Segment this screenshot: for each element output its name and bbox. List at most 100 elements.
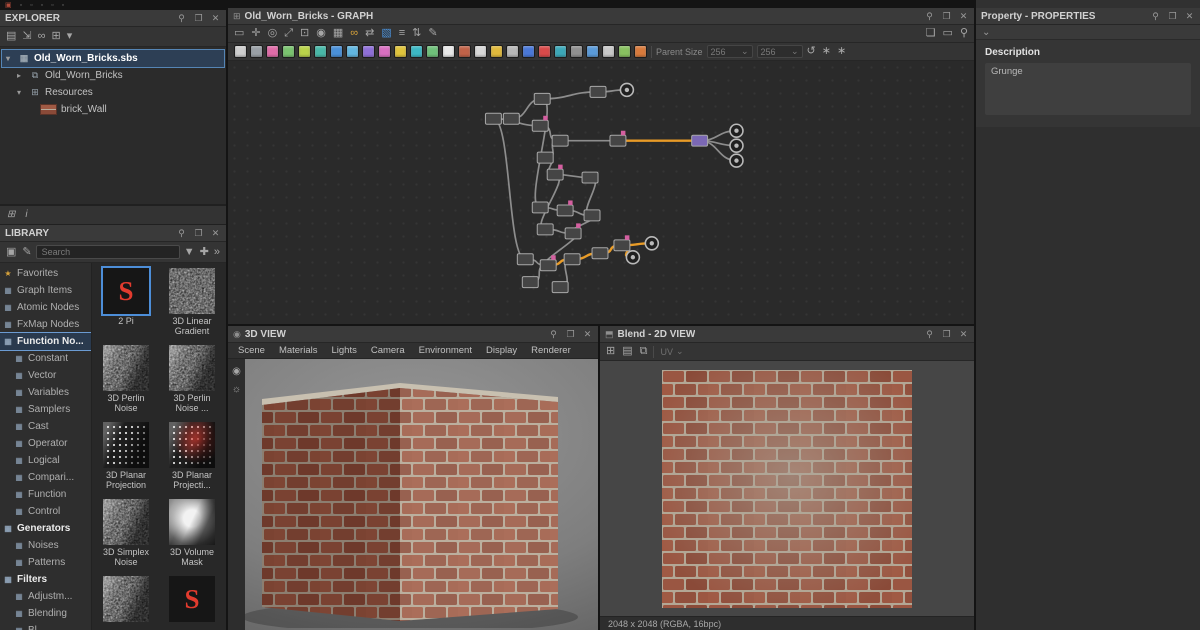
close-icon[interactable]: ✕ — [210, 13, 221, 24]
float-icon[interactable]: ❐ — [1167, 11, 1178, 22]
edit-filter-icon[interactable]: ✎ — [22, 246, 31, 258]
grid-view-icon[interactable]: ⊞ — [7, 210, 15, 220]
library-item-3d-planar-projection[interactable]: 3D Planar Projection — [98, 422, 154, 491]
float-icon[interactable]: ❐ — [193, 13, 204, 24]
library-category-logical[interactable]: ▦ Logical — [0, 452, 91, 469]
library-item-3d-linear-gradient[interactable]: 3D Linear Gradient — [164, 268, 220, 337]
node-shortcut-icon-25[interactable] — [634, 45, 647, 58]
library-item-3d-perlin-noise[interactable]: 3D Perlin Noise — [98, 345, 154, 414]
node-shortcut-icon-17[interactable] — [506, 45, 519, 58]
pen-tool-icon[interactable]: ✎ — [428, 28, 437, 39]
float-icon[interactable]: ❐ — [941, 329, 952, 340]
tree-item-old-worn-bricks-sbs[interactable]: ▾ ▦ Old_Worn_Bricks.sbs — [1, 49, 225, 68]
library-category-favorites[interactable]: ★ Favorites — [0, 265, 91, 282]
align-nodes-icon[interactable]: ⇅ — [412, 28, 421, 39]
tree-item-old-worn-bricks[interactable]: ▸ ⧉ Old_Worn_Bricks — [2, 67, 224, 84]
graph-node[interactable] — [591, 247, 609, 260]
node-shortcut-icon-4[interactable] — [298, 45, 311, 58]
graph-output-node[interactable] — [625, 249, 641, 265]
node-shortcut-icon-9[interactable] — [378, 45, 391, 58]
node-shortcut-icon-12[interactable] — [426, 45, 439, 58]
graph-node[interactable] — [551, 134, 569, 147]
node-shortcut-icon-14[interactable] — [458, 45, 471, 58]
library-item-2-pi[interactable]: S2 Pi — [98, 266, 154, 337]
library-category-operator[interactable]: ▦ Operator — [0, 435, 91, 452]
pin-icon[interactable]: ⚲ — [1150, 11, 1161, 22]
link-icon[interactable]: ∞ — [38, 31, 46, 42]
node-shortcut-icon-16[interactable] — [490, 45, 503, 58]
library-item[interactable] — [98, 576, 154, 630]
node-shortcut-icon-10[interactable] — [394, 45, 407, 58]
description-field[interactable]: Grunge — [985, 63, 1191, 115]
library-category-function-no[interactable]: ▦ Function No... — [0, 332, 91, 351]
graph-output-node[interactable] — [729, 153, 744, 168]
library-category-cast[interactable]: ▦ Cast — [0, 418, 91, 435]
compact-material-icon[interactable]: ≡ — [399, 28, 405, 39]
node-shortcut-icon-24[interactable] — [618, 45, 631, 58]
graph-node[interactable] — [556, 200, 574, 217]
graph-node[interactable] — [533, 92, 551, 105]
library-category-patterns[interactable]: ▦ Patterns — [0, 554, 91, 571]
node-shortcut-icon-8[interactable] — [362, 45, 375, 58]
save-icon[interactable]: ▤ — [6, 31, 16, 42]
close-icon[interactable]: ✕ — [958, 11, 969, 22]
library-item-3d-perlin-noise[interactable]: 3D Perlin Noise ... — [164, 345, 220, 414]
grid-snap-icon[interactable]: ▦ — [333, 28, 343, 39]
close-icon[interactable]: ✕ — [1184, 11, 1195, 22]
import-icon[interactable]: ⇲ — [22, 31, 31, 42]
frame-icon[interactable]: ▭ — [943, 28, 953, 39]
redo-icon[interactable]: ▫ — [62, 2, 64, 9]
copy-image-icon[interactable]: ⧉ — [640, 346, 648, 357]
graph-node[interactable] — [551, 281, 569, 294]
menu-camera[interactable]: Camera — [365, 345, 411, 356]
menu-lights[interactable]: Lights — [325, 345, 362, 356]
library-item-3d-simplex-noise[interactable]: 3D Simplex Noise — [98, 499, 154, 568]
link-mode-icon[interactable]: ⇄ — [365, 28, 374, 39]
library-search-input[interactable] — [35, 245, 180, 259]
zoom-icon[interactable]: ◎ — [268, 28, 278, 39]
graph-node[interactable] — [613, 235, 631, 252]
new-package-icon[interactable]: ▫ — [20, 2, 22, 9]
library-item-3d-volume-mask[interactable]: 3D Volume Mask — [164, 499, 220, 568]
tree-item-brick-wall[interactable]: brick_Wall — [2, 101, 224, 118]
close-icon[interactable]: ✕ — [210, 228, 221, 239]
view3d-viewport[interactable]: ◉ ☼ — [228, 359, 598, 630]
node-shortcut-icon-13[interactable] — [442, 45, 455, 58]
library-category-vector[interactable]: ▦ Vector — [0, 367, 91, 384]
library-category-compari[interactable]: ▦ Compari... — [0, 469, 91, 486]
pan-tool-icon[interactable]: ✛ — [251, 28, 260, 39]
float-icon[interactable]: ❐ — [193, 228, 204, 239]
more-dropdown-icon[interactable]: ▾ — [67, 31, 73, 42]
graph-node[interactable] — [536, 151, 554, 164]
library-category-variables[interactable]: ▦ Variables — [0, 384, 91, 401]
graph-node[interactable] — [609, 130, 627, 147]
graph-node[interactable] — [589, 85, 607, 98]
pin-icon[interactable]: ⚲ — [548, 329, 559, 340]
graph-node[interactable] — [521, 276, 539, 289]
filter-icon[interactable]: ▼ — [184, 246, 195, 258]
library-view-icon[interactable]: ▣ — [6, 246, 16, 258]
select-tool-icon[interactable]: ▭ — [234, 28, 244, 39]
library-item[interactable]: S — [164, 576, 220, 630]
node-shortcut-icon-2[interactable] — [266, 45, 279, 58]
node-shortcut-icon-21[interactable] — [570, 45, 583, 58]
float-icon[interactable]: ❐ — [941, 11, 952, 22]
menu-materials[interactable]: Materials — [273, 345, 324, 356]
node-shortcut-icon-1[interactable] — [250, 45, 263, 58]
node-shortcut-icon-18[interactable] — [522, 45, 535, 58]
focus-node-icon[interactable]: ◉ — [316, 28, 326, 39]
float-icon[interactable]: ❐ — [565, 329, 576, 340]
menu-environment[interactable]: Environment — [413, 345, 478, 356]
tree-item-resources[interactable]: ▾ ⊞ Resources — [2, 84, 224, 101]
preset-a-icon[interactable]: ∗ — [822, 46, 831, 57]
graph-node[interactable] — [583, 209, 601, 222]
camera-icon[interactable]: ◉ — [232, 367, 241, 377]
library-category-control[interactable]: ▦ Control — [0, 503, 91, 520]
graph-node[interactable] — [531, 201, 549, 214]
library-category-samplers[interactable]: ▦ Samplers — [0, 401, 91, 418]
node-shortcut-icon-23[interactable] — [602, 45, 615, 58]
graph-output-node[interactable] — [729, 123, 744, 139]
pin-icon[interactable]: ⚲ — [176, 228, 187, 239]
pin-icon[interactable]: ⚲ — [176, 13, 187, 24]
node-shortcut-icon-0[interactable] — [234, 45, 247, 58]
